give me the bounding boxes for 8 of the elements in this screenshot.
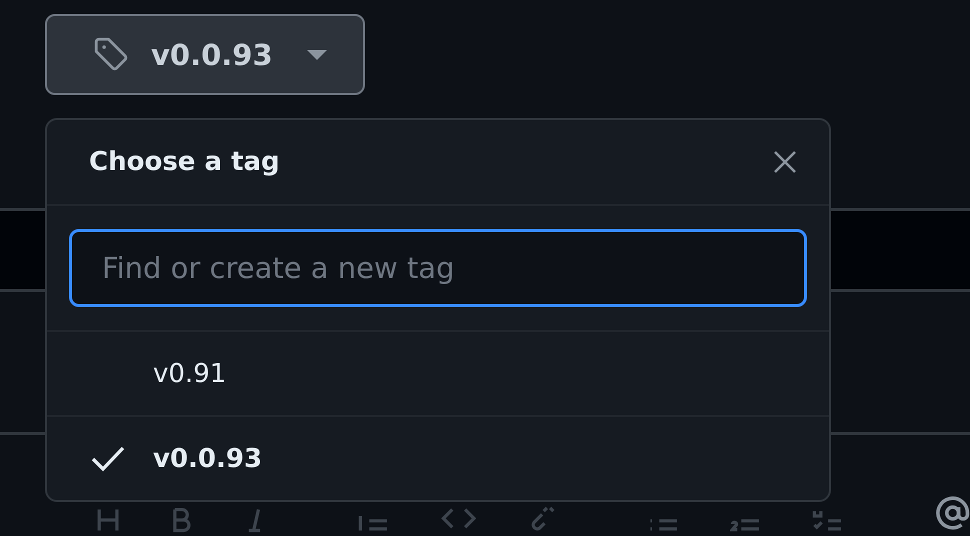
search-field[interactable]: Find or create a new tag xyxy=(69,229,807,307)
check-icon xyxy=(91,446,125,472)
menu-item[interactable]: v0.0.93 xyxy=(47,417,829,500)
caret-icon xyxy=(307,50,327,60)
close-icon xyxy=(773,150,797,174)
menu-item[interactable]: v0.91 xyxy=(47,332,829,417)
tag-select-button[interactable]: v0.0.93 xyxy=(45,14,365,95)
menu-title: Choose a tag xyxy=(89,147,280,177)
